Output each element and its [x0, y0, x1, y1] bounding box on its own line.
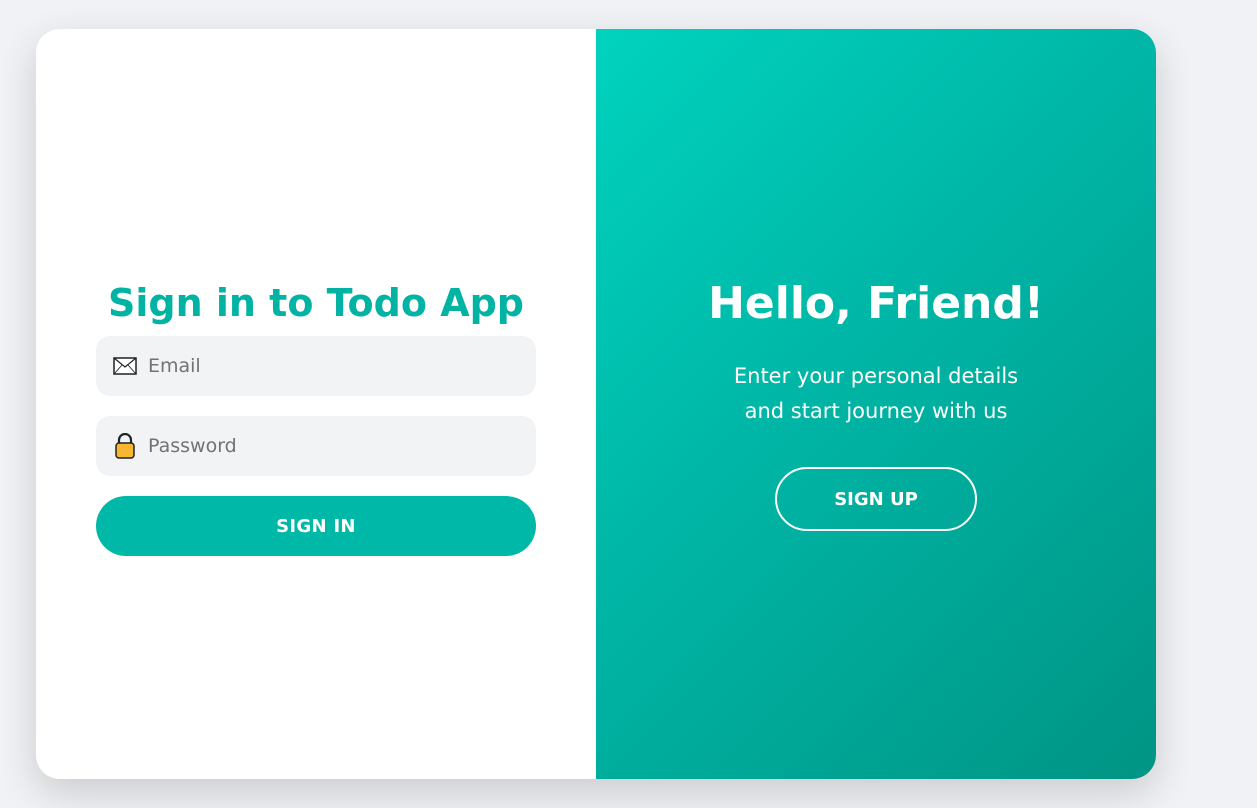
signup-button[interactable]: SIGN UP [775, 467, 977, 531]
welcome-line-1: Enter your personal details [733, 364, 1019, 388]
welcome-text: Enter your personal details and start jo… [596, 359, 1156, 429]
welcome-line-2: and start journey with us [744, 399, 1008, 423]
email-field[interactable] [96, 336, 536, 396]
auth-card: Sign in to Todo App SIGN IN H [36, 29, 1156, 779]
signin-button[interactable]: SIGN IN [96, 496, 536, 556]
password-field[interactable] [96, 416, 536, 476]
signin-title: Sign in to Todo App [107, 281, 524, 325]
password-input[interactable] [146, 425, 530, 467]
email-input[interactable] [146, 345, 530, 387]
lock-icon [112, 433, 138, 459]
signin-panel: Sign in to Todo App SIGN IN [36, 29, 596, 779]
welcome-title: Hello, Friend! [708, 278, 1044, 329]
envelope-icon [112, 353, 138, 379]
welcome-panel: Hello, Friend! Enter your personal detai… [596, 29, 1156, 779]
